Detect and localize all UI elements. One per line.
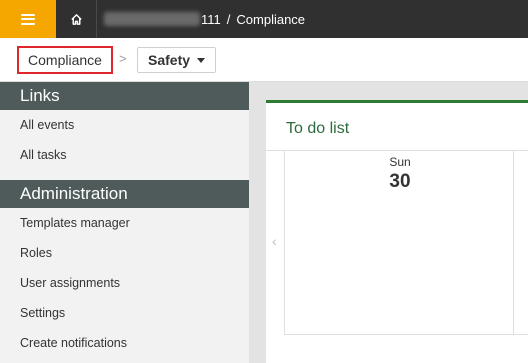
sidebar-item-templates-manager[interactable]: Templates manager [0, 208, 249, 238]
calendar-bottom-line [284, 334, 528, 335]
sidebar-section-links: Links [0, 82, 249, 110]
sidebar-item-settings[interactable]: Settings [0, 298, 249, 328]
todo-title: To do list [286, 120, 350, 137]
tenant-breadcrumb: 111 / Compliance [104, 0, 305, 38]
program-select[interactable]: Safety [137, 47, 216, 73]
menu-button[interactable] [0, 0, 56, 38]
chevron-left-icon[interactable]: ‹ [272, 233, 277, 249]
sidebar: Links All events All tasks Administratio… [0, 82, 249, 363]
sidebar-item-user-assignments[interactable]: User assignments [0, 268, 249, 298]
day-number: 30 [389, 171, 411, 192]
home-icon [70, 13, 82, 25]
hamburger-icon [21, 13, 35, 25]
sidebar-item-all-events[interactable]: All events [0, 110, 249, 140]
sidebar-item-all-tasks[interactable]: All tasks [0, 140, 249, 170]
chevron-down-icon [197, 58, 205, 63]
todo-panel: To do list ‹ Sun 30 [266, 100, 528, 363]
day-name: Sun [389, 155, 411, 169]
breadcrumb: Compliance > Safety [0, 38, 528, 82]
chevron-right-icon: > [119, 51, 127, 66]
tenant-suffix: 111 [201, 11, 221, 27]
day-column[interactable]: Sun 30 [284, 151, 514, 334]
redacted-tenant-name [104, 12, 200, 26]
sidebar-item-create-notifications[interactable]: Create notifications [0, 328, 249, 358]
program-select-value: Safety [148, 52, 191, 68]
topbar-divider [96, 0, 97, 38]
sidebar-section-administration: Administration [0, 180, 249, 208]
top-bar: 111 / Compliance [0, 0, 528, 38]
sidebar-item-roles[interactable]: Roles [0, 238, 249, 268]
topbar-separator: / [226, 11, 231, 27]
breadcrumb-compliance-link[interactable]: Compliance [17, 46, 113, 74]
app-name[interactable]: Compliance [236, 12, 305, 27]
home-button[interactable] [56, 0, 96, 38]
